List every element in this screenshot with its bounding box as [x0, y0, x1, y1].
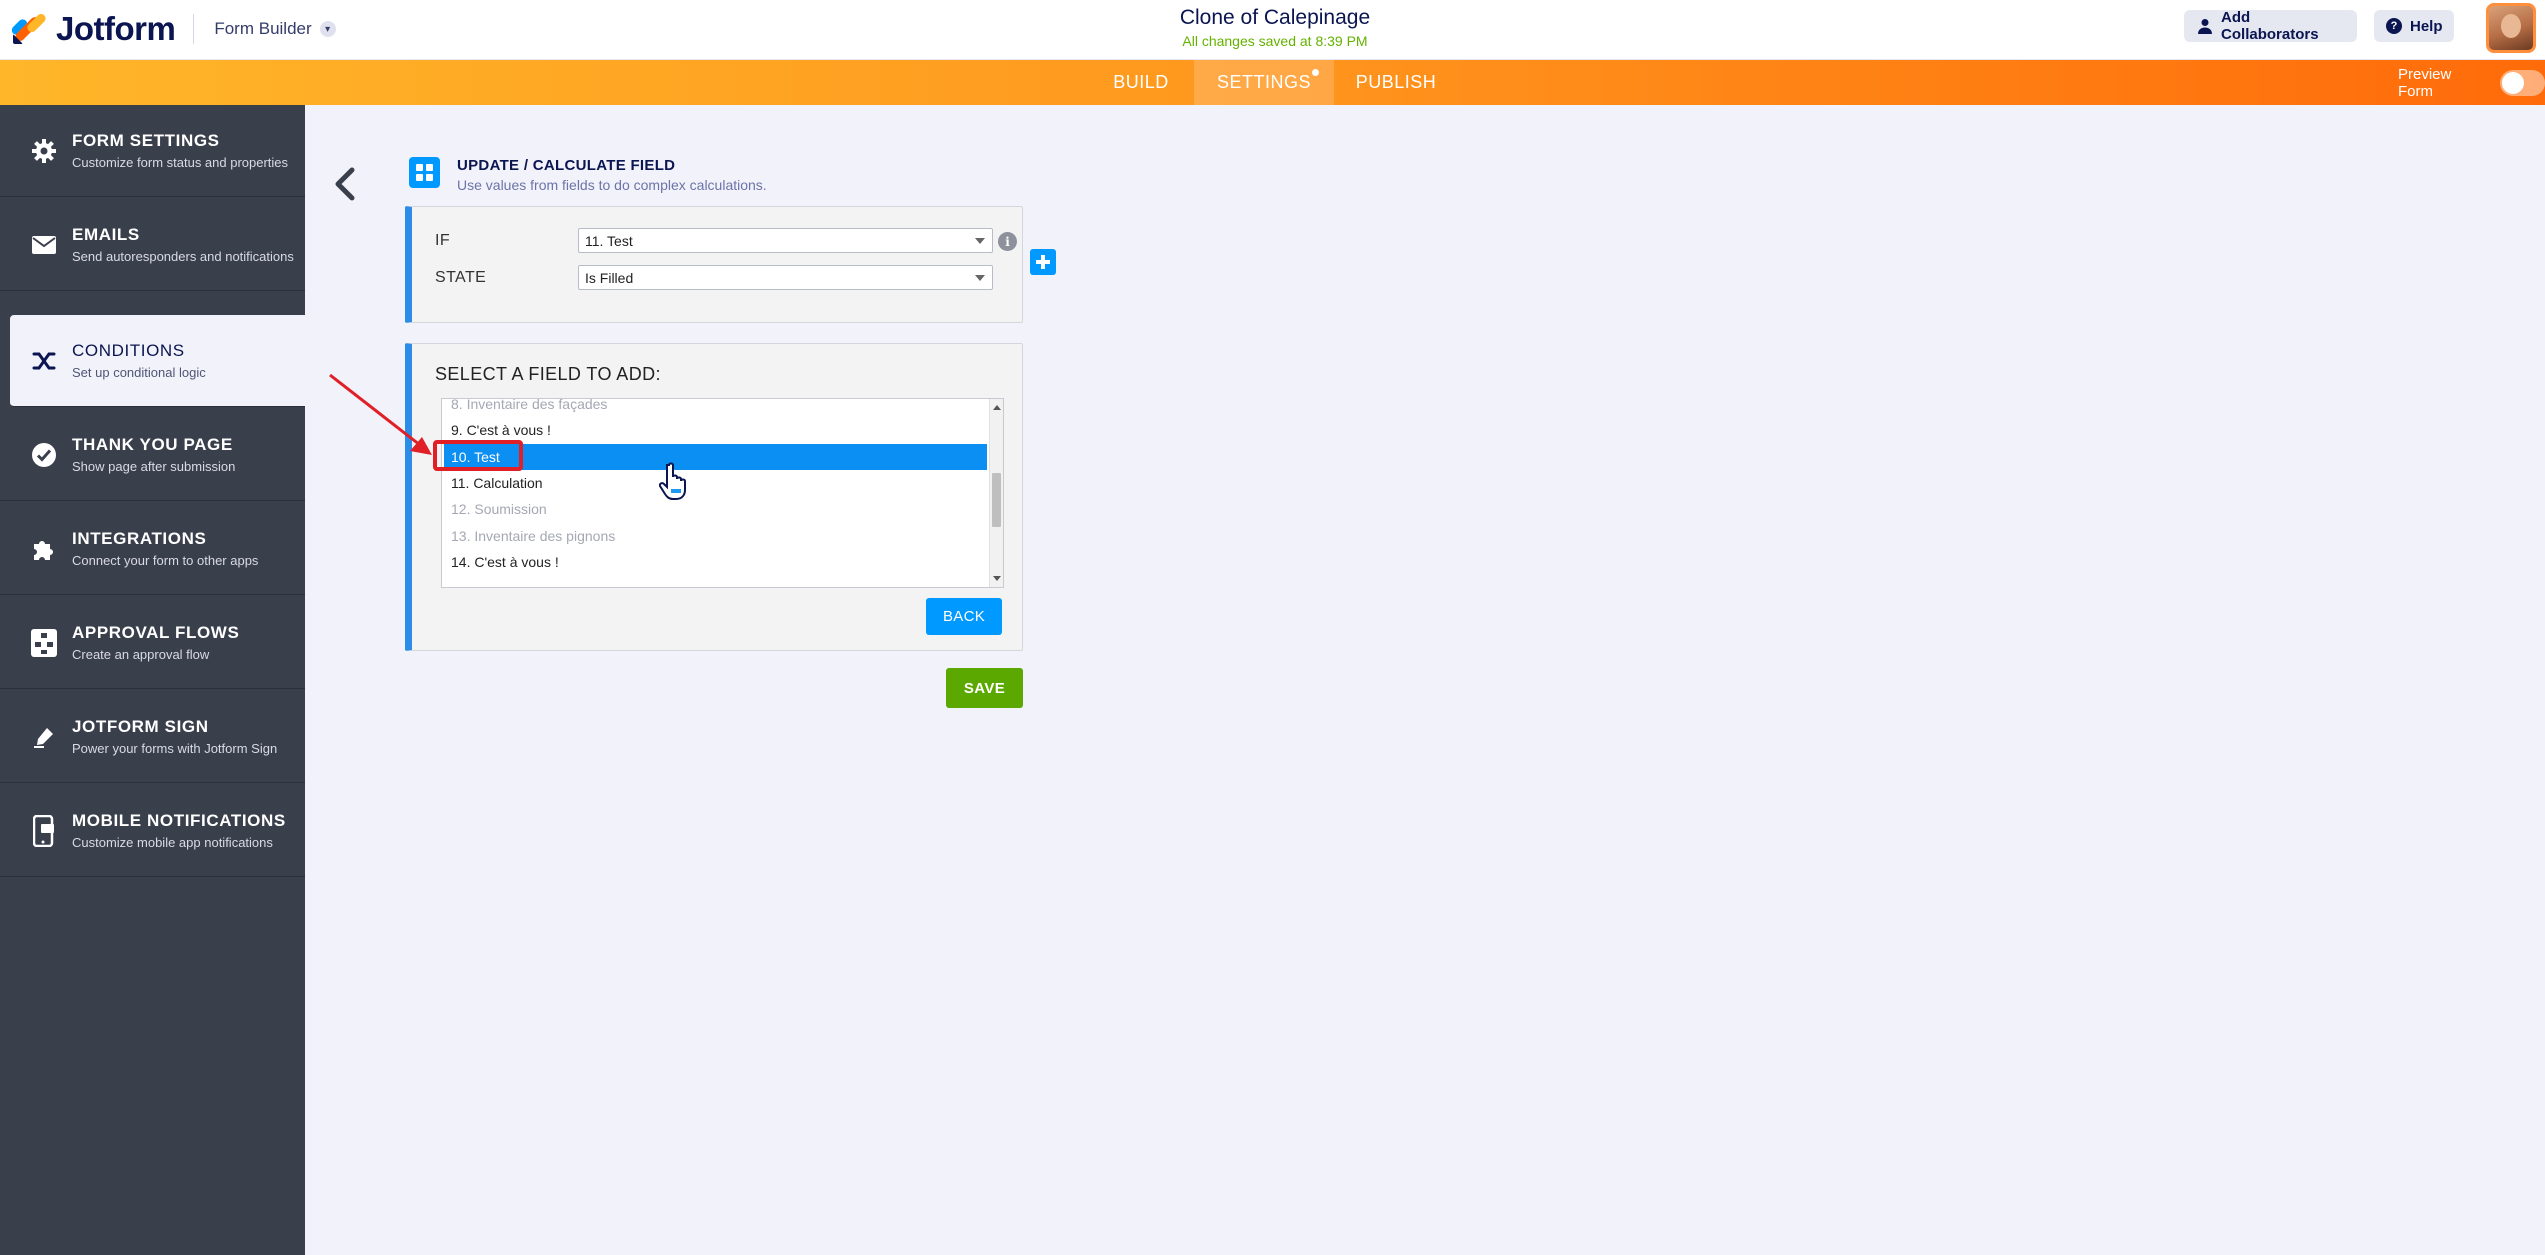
- jotform-logo-icon: [9, 12, 48, 46]
- add-collaborators-label: Add Collaborators: [2221, 9, 2319, 43]
- annotation-arrow-icon: [329, 373, 432, 455]
- scroll-down-arrow-icon[interactable]: [993, 576, 1001, 581]
- sidebar-item-desc: Set up conditional logic: [72, 365, 206, 380]
- user-icon: [2196, 17, 2213, 35]
- listbox-scrollbar[interactable]: [989, 399, 1003, 587]
- annotation-highlight-box: [433, 440, 523, 471]
- sidebar-item-emails[interactable]: EMAILS Send autoresponders and notificat…: [0, 199, 305, 291]
- form-builder-menu[interactable]: Form Builder ▾: [214, 19, 336, 39]
- state-label: STATE: [435, 269, 487, 286]
- sidebar-item-label: JOTFORM SIGN: [72, 717, 209, 736]
- envelope-icon: [30, 231, 58, 259]
- sidebar-item-label: THANK YOU PAGE: [72, 435, 233, 454]
- state-value: Is Filled: [585, 269, 634, 286]
- sidebar-item-label: CONDITIONS: [72, 341, 185, 360]
- sidebar-item-approval-flows[interactable]: APPROVAL FLOWS Create an approval flow: [0, 597, 305, 689]
- info-icon[interactable]: i: [998, 232, 1017, 251]
- back-chevron-icon[interactable]: [330, 166, 360, 202]
- list-item: 12. Soumission: [451, 501, 547, 517]
- sidebar-item-desc: Connect your form to other apps: [72, 553, 259, 568]
- jotform-logo[interactable]: Jotform Form Builder ▾: [9, 6, 336, 52]
- if-field-value: 11. Test: [585, 232, 633, 249]
- form-builder-label: Form Builder: [214, 19, 312, 38]
- list-item[interactable]: 11. Calculation: [444, 470, 987, 496]
- state-select[interactable]: Is Filled: [578, 265, 993, 290]
- calculate-field-icon: [409, 157, 440, 188]
- list-item-selected[interactable]: 10. Test: [444, 444, 987, 470]
- conditions-icon: [30, 347, 58, 375]
- sidebar-item-label: FORM SETTINGS: [72, 131, 220, 150]
- help-button[interactable]: ? Help: [2374, 10, 2454, 42]
- back-button[interactable]: BACK: [926, 598, 1002, 635]
- mobile-icon: [30, 814, 58, 847]
- sidebar-item-label: APPROVAL FLOWS: [72, 623, 240, 642]
- sidebar-item-desc: Show page after submission: [72, 459, 236, 474]
- sidebar-item-label: EMAILS: [72, 225, 140, 244]
- question-icon: ?: [2386, 17, 2402, 35]
- sidebar-item-desc: Customize mobile app notifications: [72, 835, 273, 850]
- tab-settings[interactable]: SETTINGS: [1194, 60, 1334, 105]
- list-item: 8. Inventaire des façades: [451, 398, 608, 412]
- save-status: All changes saved at 8:39 PM: [1182, 33, 1368, 49]
- approval-flow-icon: [30, 628, 58, 657]
- pen-icon: [30, 723, 58, 751]
- select-field-title: SELECT A FIELD TO ADD:: [435, 364, 661, 384]
- form-title[interactable]: Clone of Calepinage: [1000, 6, 1550, 30]
- tab-build[interactable]: BUILD: [1100, 60, 1182, 105]
- condition-title: UPDATE / CALCULATE FIELD: [457, 157, 676, 174]
- sidebar-item-label: INTEGRATIONS: [72, 529, 207, 548]
- field-listbox[interactable]: 8. Inventaire des façades 9. C'est à vou…: [441, 398, 1004, 588]
- chevron-down-icon: ▾: [319, 21, 336, 37]
- sidebar-item-desc: Customize form status and properties: [72, 155, 289, 170]
- sidebar-item-desc: Power your forms with Jotform Sign: [72, 741, 278, 756]
- preview-form-toggle-area: Preview Form: [2398, 60, 2545, 105]
- add-collaborators-button[interactable]: Add Collaborators: [2184, 9, 2357, 43]
- gear-icon: [30, 137, 58, 165]
- sidebar-item-label: MOBILE NOTIFICATIONS: [72, 811, 286, 830]
- scroll-thumb[interactable]: [992, 473, 1001, 527]
- if-state-panel: IF 11. Test i STATE Is Filled: [405, 206, 1023, 323]
- sidebar-item-thank-you-page[interactable]: THANK YOU PAGE Show page after submissio…: [0, 409, 305, 501]
- if-label: IF: [435, 232, 451, 249]
- tab-settings-label: SETTINGS: [1216, 72, 1311, 92]
- top-header: Jotform Form Builder ▾ Clone of Calepina…: [0, 0, 2545, 60]
- sidebar-item-jotform-sign[interactable]: JOTFORM SIGN Power your forms with Jotfo…: [0, 691, 305, 783]
- check-circle-icon: [30, 441, 58, 469]
- sidebar-item-desc: Create an approval flow: [72, 647, 210, 662]
- chevron-down-icon: [975, 275, 985, 281]
- sidebar-item-desc: Send autoresponders and notifications: [72, 249, 294, 264]
- sidebar-item-integrations[interactable]: INTEGRATIONS Connect your form to other …: [0, 503, 305, 595]
- sidebar-item-form-settings[interactable]: FORM SETTINGS Customize form status and …: [0, 105, 305, 197]
- avatar[interactable]: [2486, 3, 2536, 53]
- chevron-down-icon: [975, 238, 985, 244]
- preview-form-label: Preview Form: [2398, 65, 2452, 100]
- logo-text: Jotform: [56, 10, 176, 47]
- list-item[interactable]: 9. C'est à vous !: [444, 417, 987, 443]
- header-divider: [193, 14, 195, 44]
- sidebar-item-mobile-notifications[interactable]: MOBILE NOTIFICATIONS Customize mobile ap…: [0, 785, 305, 877]
- tab-publish[interactable]: PUBLISH: [1346, 60, 1446, 105]
- puzzle-icon: [30, 535, 58, 563]
- preview-form-toggle[interactable]: [2499, 69, 2545, 96]
- settings-sidebar: FORM SETTINGS Customize form status and …: [0, 105, 305, 1255]
- main-nav: BUILD SETTINGS PUBLISH Preview Form: [0, 60, 2545, 105]
- notification-dot: [1312, 69, 1319, 76]
- add-condition-button[interactable]: [1030, 249, 1056, 275]
- save-button[interactable]: SAVE: [946, 668, 1023, 708]
- select-field-panel: SELECT A FIELD TO ADD: 8. Inventaire des…: [405, 343, 1023, 651]
- sidebar-item-conditions[interactable]: CONDITIONS Set up conditional logic: [10, 315, 305, 407]
- hand-cursor-icon: [659, 462, 686, 500]
- scroll-up-arrow-icon[interactable]: [993, 405, 1001, 410]
- list-item: 13. Inventaire des pignons: [451, 528, 616, 544]
- if-field-select[interactable]: 11. Test: [578, 228, 993, 253]
- form-title-area: Clone of Calepinage All changes saved at…: [1000, 6, 1550, 49]
- help-label: Help: [2410, 17, 2443, 35]
- list-item[interactable]: 14. C'est à vous !: [444, 549, 987, 575]
- condition-subtitle: Use values from fields to do complex cal…: [457, 177, 767, 193]
